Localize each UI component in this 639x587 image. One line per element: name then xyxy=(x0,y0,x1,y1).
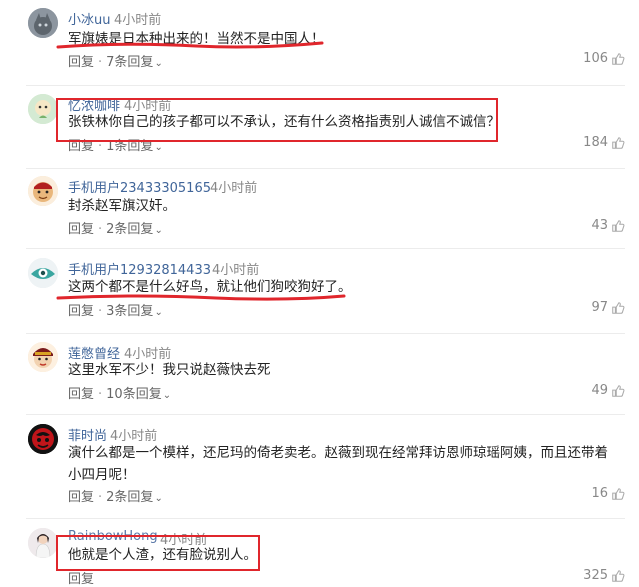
like-count: 43 xyxy=(591,218,608,233)
divider xyxy=(26,168,625,169)
avatar[interactable] xyxy=(28,528,58,558)
reply-button[interactable]: 回复 xyxy=(68,486,94,505)
replies-count: 2条回复 xyxy=(106,222,154,237)
replies-count: 10条回复 xyxy=(106,387,162,402)
view-replies-button[interactable]: 10条回复⌄ xyxy=(106,383,171,402)
chevron-down-icon: ⌄ xyxy=(154,225,163,236)
thumbs-up-icon xyxy=(611,219,625,233)
chevron-down-icon: ⌄ xyxy=(154,307,163,318)
dot-separator: · xyxy=(98,387,103,402)
like-button[interactable]: 325 xyxy=(583,568,625,583)
comment-actions: 回复 · 1条回复⌄ xyxy=(68,135,163,154)
username[interactable]: 小冰uu xyxy=(68,9,110,28)
divider xyxy=(26,248,625,249)
comment-item: 菲时尚 4小时前 演什么都是一个模样，还尼玛的倚老卖老。赵薇到现在经常拜访恩师琼… xyxy=(0,418,639,520)
comment-actions: 回复 · 7条回复⌄ xyxy=(68,51,163,70)
replies-count: 7条回复 xyxy=(106,55,154,70)
comment-text: 军旗婊是日本种出来的！当然不是中国人！ xyxy=(68,31,325,47)
reply-button[interactable]: 回复 xyxy=(68,135,94,154)
comment-item: 小冰uu 4小时前 军旗婊是日本种出来的！当然不是中国人！ 回复 · 7条回复⌄ 1… xyxy=(0,0,639,86)
dot-separator: · xyxy=(98,304,103,319)
comment-text: 张铁林你自己的孩子都可以不承认，还有什么资格指责别人诚信不诚信？ xyxy=(68,114,500,130)
avatar[interactable] xyxy=(28,258,58,288)
username[interactable]: 手机用户23433305165 xyxy=(68,177,211,196)
like-button[interactable]: 97 xyxy=(591,300,625,315)
comment-actions: 回复 xyxy=(68,568,94,587)
comment-item: 莲憋曾经 4小时前 这里水军不少！我只说赵薇快去死 回复 · 10条回复⌄ 49 xyxy=(0,336,639,416)
reply-button[interactable]: 回复 xyxy=(68,51,94,70)
comment-actions: 回复 · 3条回复⌄ xyxy=(68,300,163,319)
comment-actions: 回复 · 10条回复⌄ xyxy=(68,383,171,402)
thumbs-up-icon xyxy=(611,301,625,315)
thumbs-up-icon xyxy=(611,569,625,583)
divider xyxy=(26,333,625,334)
avatar[interactable] xyxy=(28,8,58,38)
comment-item: RainbowHong 4小时前 他就是个人渣，还有脸说别人。 回复 325 xyxy=(0,522,639,587)
like-button[interactable]: 49 xyxy=(591,383,625,398)
comment-text: 演什么都是一个模样，还尼玛的倚老卖老。赵薇到现在经常拜访恩师琼瑶阿姨，而且还带着… xyxy=(68,445,608,483)
comment-item: 手机用户23433305165 4小时前 封杀赵军旗汉奸。 回复 · 2条回复⌄ 4… xyxy=(0,170,639,250)
divider xyxy=(26,518,625,519)
like-button[interactable]: 16 xyxy=(591,486,625,501)
replies-count: 2条回复 xyxy=(106,490,154,505)
reply-button[interactable]: 回复 xyxy=(68,568,94,587)
comment-item: 忆浓咖啡 4小时前 张铁林你自己的孩子都可以不承认，还有什么资格指责别人诚信不诚… xyxy=(0,86,639,172)
view-replies-button[interactable]: 7条回复⌄ xyxy=(106,51,163,70)
like-count: 49 xyxy=(591,383,608,398)
chevron-down-icon: ⌄ xyxy=(154,142,163,153)
comment-text: 他就是个人渣，还有脸说别人。 xyxy=(68,547,257,563)
comment-actions: 回复 · 2条回复⌄ xyxy=(68,486,163,505)
like-button[interactable]: 184 xyxy=(583,135,625,150)
dot-separator: · xyxy=(98,139,103,154)
comment-text: 封杀赵军旗汉奸。 xyxy=(68,198,176,214)
divider xyxy=(26,414,625,415)
username[interactable]: RainbowHong xyxy=(68,529,158,544)
thumbs-up-icon xyxy=(611,384,625,398)
thumbs-up-icon xyxy=(611,487,625,501)
reply-button[interactable]: 回复 xyxy=(68,218,94,237)
view-replies-button[interactable]: 1条回复⌄ xyxy=(106,135,163,154)
comment-text: 这里水军不少！我只说赵薇快去死 xyxy=(68,362,271,378)
chevron-down-icon: ⌄ xyxy=(162,390,172,401)
chevron-down-icon: ⌄ xyxy=(154,493,163,504)
dot-separator: · xyxy=(98,55,103,70)
timestamp: 4小时前 xyxy=(114,13,162,28)
like-count: 184 xyxy=(583,135,608,150)
comment-actions: 回复 · 2条回复⌄ xyxy=(68,218,163,237)
like-count: 16 xyxy=(591,486,608,501)
replies-count: 3条回复 xyxy=(106,304,154,319)
avatar[interactable] xyxy=(28,176,58,206)
dot-separator: · xyxy=(98,222,103,237)
comment-item: 手机用户12932814433 4小时前 这两个都不是什么好鸟，就让他们狗咬狗好… xyxy=(0,252,639,336)
like-button[interactable]: 106 xyxy=(583,51,625,66)
reply-button[interactable]: 回复 xyxy=(68,383,94,402)
avatar[interactable] xyxy=(28,342,58,372)
view-replies-button[interactable]: 3条回复⌄ xyxy=(106,300,163,319)
like-count: 325 xyxy=(583,568,608,583)
chevron-down-icon: ⌄ xyxy=(154,58,163,69)
avatar[interactable] xyxy=(28,94,58,124)
thumbs-up-icon xyxy=(611,136,625,150)
reply-button[interactable]: 回复 xyxy=(68,300,94,319)
comment-text: 这两个都不是什么好鸟，就让他们狗咬狗好了。 xyxy=(68,279,352,295)
thumbs-up-icon xyxy=(611,52,625,66)
dot-separator: · xyxy=(98,490,103,505)
like-count: 106 xyxy=(583,51,608,66)
replies-count: 1条回复 xyxy=(106,139,154,154)
view-replies-button[interactable]: 2条回复⌄ xyxy=(106,218,163,237)
like-count: 97 xyxy=(591,300,608,315)
view-replies-button[interactable]: 2条回复⌄ xyxy=(106,486,163,505)
like-button[interactable]: 43 xyxy=(591,218,625,233)
timestamp: 4小时前 xyxy=(210,181,258,196)
avatar[interactable] xyxy=(28,424,58,454)
